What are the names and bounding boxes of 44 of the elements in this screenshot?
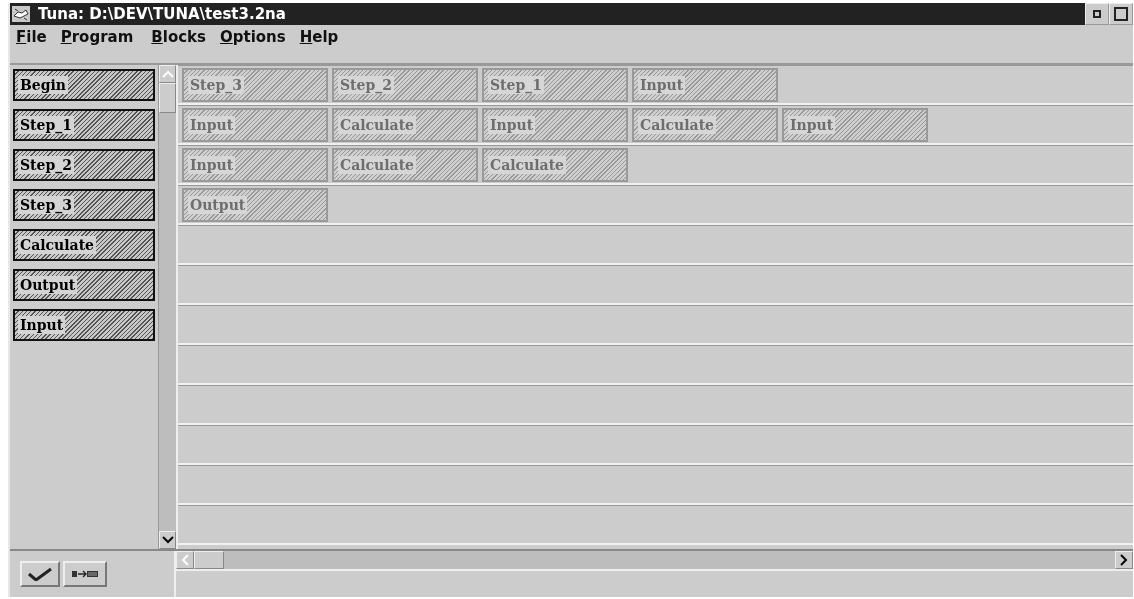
scroll-down-button[interactable] bbox=[159, 531, 176, 549]
program-block[interactable]: Step_1 bbox=[482, 67, 628, 102]
check-icon bbox=[28, 567, 52, 581]
program-block[interactable]: Calculate bbox=[332, 107, 478, 142]
menu-item[interactable]: File bbox=[10, 28, 55, 46]
palette-block[interactable]: Begin bbox=[13, 69, 155, 101]
menu-item[interactable]: Program bbox=[54, 28, 142, 46]
check-button[interactable] bbox=[20, 561, 60, 587]
palette-block[interactable]: Input bbox=[13, 309, 155, 341]
chevron-left-icon bbox=[181, 554, 189, 566]
menu-item[interactable]: Options bbox=[214, 28, 294, 46]
scroll-up-button[interactable] bbox=[159, 65, 176, 83]
program-block[interactable]: Calculate bbox=[632, 107, 778, 142]
palette-block[interactable]: Step_1 bbox=[13, 109, 155, 141]
menu-item[interactable]: Help bbox=[293, 28, 347, 46]
program-block[interactable]: Input bbox=[632, 67, 778, 102]
menu-item[interactable]: Blocks bbox=[145, 28, 214, 46]
convert-icon bbox=[71, 569, 99, 579]
program-block[interactable]: Output bbox=[182, 187, 328, 222]
program-block[interactable]: Step_2 bbox=[332, 67, 478, 102]
program-block[interactable]: Calculate bbox=[332, 147, 478, 182]
convert-button[interactable] bbox=[63, 561, 107, 587]
window-title: Tuna: D:\DEV\TUNA\test3.2na bbox=[38, 5, 287, 23]
app-icon bbox=[12, 6, 30, 22]
chevron-right-icon bbox=[1120, 554, 1128, 566]
scroll-thumb[interactable] bbox=[159, 83, 176, 113]
program-block[interactable]: Input bbox=[182, 147, 328, 182]
palette-block[interactable]: Calculate bbox=[13, 229, 155, 261]
program-block[interactable]: Input bbox=[182, 107, 328, 142]
palette-block[interactable]: Step_2 bbox=[13, 149, 155, 181]
scroll-thumb[interactable] bbox=[194, 551, 224, 569]
program-block[interactable]: Calculate bbox=[482, 147, 628, 182]
scroll-right-button[interactable] bbox=[1115, 551, 1133, 569]
program-block[interactable]: Step_3 bbox=[182, 67, 328, 102]
chevron-up-icon bbox=[161, 70, 174, 78]
minimize-button[interactable] bbox=[1085, 3, 1109, 25]
horizontal-scrollbar[interactable] bbox=[176, 551, 1133, 571]
palette-block[interactable]: Step_3 bbox=[13, 189, 155, 221]
chevron-down-icon bbox=[161, 536, 174, 544]
vertical-scrollbar[interactable] bbox=[158, 65, 176, 549]
program-block[interactable]: Input bbox=[482, 107, 628, 142]
palette-block[interactable]: Output bbox=[13, 269, 155, 301]
program-block[interactable]: Input bbox=[782, 107, 928, 142]
maximize-button[interactable] bbox=[1109, 3, 1133, 25]
